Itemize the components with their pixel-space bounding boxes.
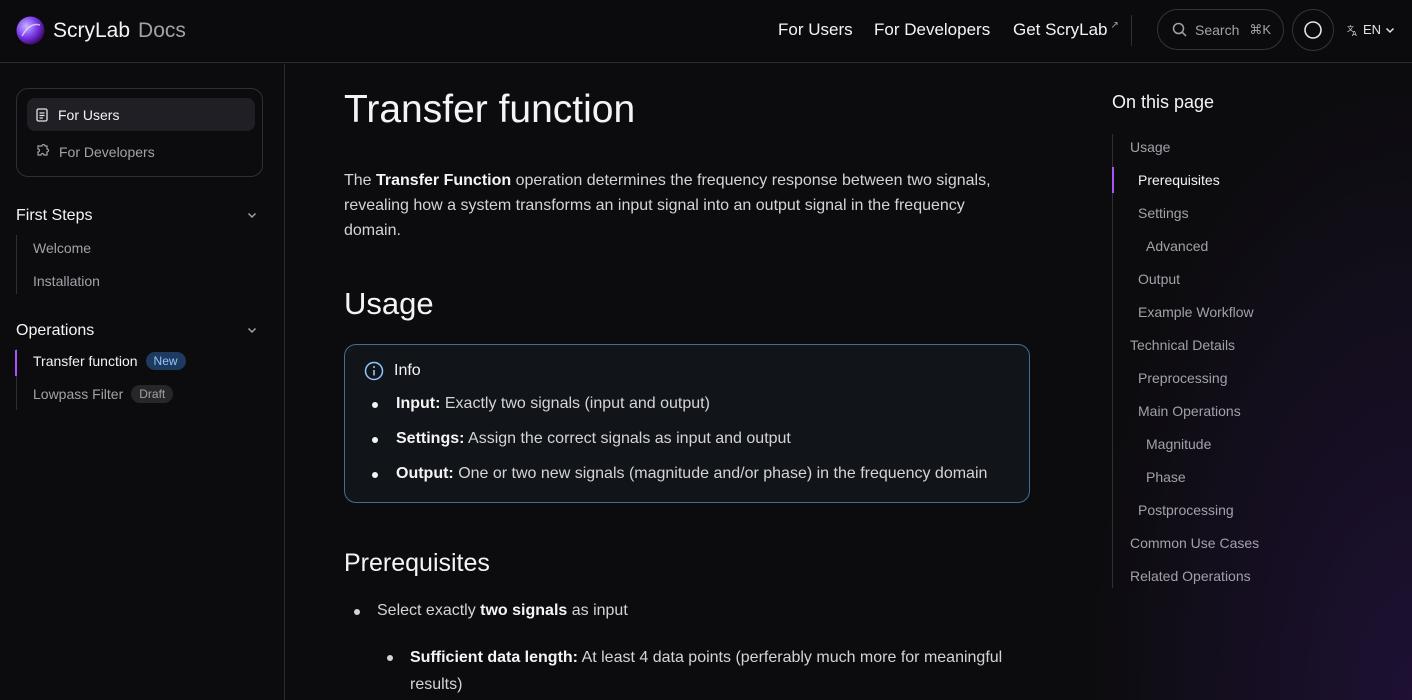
- search-shortcut: ⌘K: [1249, 21, 1272, 37]
- sidebar-item-label: Welcome: [33, 240, 92, 256]
- sidebar-item-label: Lowpass Filter: [33, 386, 124, 402]
- search-button[interactable]: Search ⌘K: [1157, 9, 1284, 50]
- document-icon: [36, 107, 48, 122]
- switcher-for-developers[interactable]: For Developers: [27, 135, 255, 168]
- sidebar-item-label: Installation: [33, 273, 100, 289]
- puzzle-icon: [37, 144, 50, 156]
- sidebar-item-welcome[interactable]: Welcome: [33, 240, 91, 256]
- sidebar-item-installation[interactable]: Installation: [33, 273, 100, 289]
- toc-item-postprocessing[interactable]: Postprocessing: [1138, 502, 1234, 518]
- list-item: Select exactly two signals as input Suff…: [354, 602, 1034, 698]
- page-title: Transfer function: [344, 88, 636, 131]
- theme-toggle-icon: [1304, 21, 1322, 39]
- sidebar-item-transfer-function[interactable]: Transfer function New: [33, 352, 186, 370]
- new-badge: New: [145, 352, 186, 370]
- chevron-down-icon: [1386, 27, 1395, 33]
- section-operations[interactable]: Operations: [16, 322, 94, 340]
- search-icon: [1172, 22, 1187, 37]
- callout-header: Info: [364, 361, 421, 381]
- top-navigation-bar: ScryLab Docs For Users For Developers Ge…: [0, 0, 1412, 63]
- prereq-sub-label: Sufficient data length:: [410, 649, 578, 666]
- draft-badge: Draft: [131, 385, 174, 403]
- tree-guide-line: [16, 235, 17, 294]
- nav-for-developers[interactable]: For Developers: [874, 20, 990, 40]
- external-link-icon: ↗: [1110, 20, 1119, 32]
- toc-item-main-operations[interactable]: Main Operations: [1138, 403, 1241, 419]
- toc-item-magnitude[interactable]: Magnitude: [1146, 436, 1211, 452]
- language-label: EN: [1363, 22, 1382, 37]
- toc-item-usage[interactable]: Usage: [1130, 139, 1170, 155]
- callout-title: Info: [394, 362, 421, 379]
- toc-item-example-workflow[interactable]: Example Workflow: [1138, 304, 1254, 320]
- switcher-for-users-label: For Users: [58, 106, 120, 123]
- switcher-for-developers-label: For Developers: [59, 143, 155, 160]
- toc-item-output[interactable]: Output: [1138, 271, 1180, 287]
- toc-item-technical-details[interactable]: Technical Details: [1130, 337, 1235, 353]
- prerequisites-sublist: Sufficient data length: At least 4 data …: [387, 644, 1034, 698]
- toc-item-preprocessing[interactable]: Preprocessing: [1138, 370, 1228, 386]
- svg-text:A: A: [1352, 30, 1357, 36]
- search-label: Search: [1195, 21, 1240, 38]
- toc-title: On this page: [1112, 92, 1215, 112]
- toc-item-prerequisites[interactable]: Prerequisites: [1138, 172, 1220, 188]
- language-icon: 文 A: [1347, 24, 1357, 36]
- chevron-down-icon[interactable]: [246, 324, 258, 336]
- toc-item-related-operations[interactable]: Related Operations: [1130, 568, 1251, 584]
- nav-divider: [1131, 15, 1132, 46]
- switcher-for-users[interactable]: For Users: [27, 98, 255, 131]
- language-selector[interactable]: 文 A EN: [1347, 22, 1395, 37]
- prereq-text-bold: two signals: [480, 602, 568, 619]
- toc-guide-line: [1112, 134, 1113, 588]
- callout-item-label: Output:: [396, 465, 454, 482]
- brand-name: ScryLab: [53, 18, 131, 42]
- usage-heading: Usage: [344, 286, 434, 321]
- callout-item-text: Assign the correct signals as input and …: [464, 430, 791, 447]
- brand-logo-link[interactable]: ScryLab Docs: [16, 16, 186, 45]
- intro-text-bold: Transfer Function: [376, 172, 512, 189]
- logo-icon: [16, 16, 45, 45]
- list-item: Output: One or two new signals (magnitud…: [372, 465, 987, 500]
- toc-item-advanced[interactable]: Advanced: [1146, 238, 1208, 254]
- info-callout: Info Input: Exactly two signals (input a…: [344, 344, 1030, 503]
- list-item: Settings: Assign the correct signals as …: [372, 430, 987, 465]
- info-icon: [364, 361, 384, 381]
- active-item-indicator: [15, 350, 17, 376]
- intro-text-pre: The: [344, 172, 377, 189]
- prereq-text-pre: Select exactly: [377, 602, 481, 619]
- nav-get-scrylab-label: Get ScryLab: [1013, 20, 1108, 39]
- chevron-down-icon[interactable]: [246, 209, 258, 221]
- nav-get-scrylab[interactable]: Get ScryLab ↗: [1013, 20, 1119, 40]
- prereq-text-post: as input: [567, 602, 628, 619]
- toc-item-common-use-cases[interactable]: Common Use Cases: [1130, 535, 1259, 551]
- left-sidebar: For Users For Developers First Steps Wel…: [0, 64, 285, 700]
- intro-paragraph: The Transfer Function operation determin…: [344, 168, 1024, 243]
- callout-item-label: Input:: [396, 395, 441, 412]
- sidebar-item-lowpass-filter[interactable]: Lowpass Filter Draft: [33, 385, 174, 403]
- brand-suffix: Docs: [138, 18, 186, 42]
- toc-item-phase[interactable]: Phase: [1146, 469, 1186, 485]
- toc-item-settings[interactable]: Settings: [1138, 205, 1189, 221]
- list-item: Input: Exactly two signals (input and ou…: [372, 395, 987, 430]
- callout-item-text: Exactly two signals (input and output): [440, 395, 710, 412]
- audience-switcher: For Users For Developers: [16, 88, 263, 177]
- theme-toggle-button[interactable]: [1292, 9, 1334, 51]
- list-item: Sufficient data length: At least 4 data …: [387, 644, 1037, 698]
- background-glow: [1080, 64, 1412, 700]
- prerequisites-list: Select exactly two signals as input Suff…: [354, 602, 1034, 698]
- prerequisites-heading: Prerequisites: [344, 549, 490, 577]
- callout-item-label: Settings:: [396, 430, 465, 447]
- callout-list: Input: Exactly two signals (input and ou…: [372, 395, 987, 500]
- toc-active-indicator: [1112, 167, 1114, 193]
- nav-for-users[interactable]: For Users: [778, 20, 853, 40]
- section-first-steps[interactable]: First Steps: [16, 207, 92, 225]
- sidebar-item-label: Transfer function: [33, 353, 138, 369]
- callout-item-text: One or two new signals (magnitude and/or…: [453, 465, 988, 482]
